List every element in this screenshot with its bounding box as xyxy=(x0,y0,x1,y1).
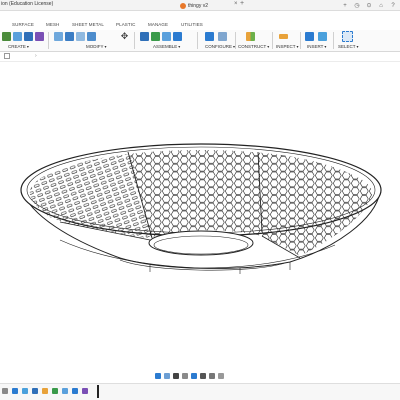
configure-menu[interactable]: CONFIGURE▾ xyxy=(205,44,235,49)
assemble-menu[interactable]: ASSEMBLE▾ xyxy=(153,44,180,49)
configure-table-icon[interactable] xyxy=(205,32,214,41)
center-opening xyxy=(148,230,254,256)
tab-plastic[interactable]: PLASTIC xyxy=(116,22,135,27)
toolbar-divider xyxy=(300,32,301,49)
document-tab-label: thingy v2 xyxy=(188,2,209,9)
display-settings-icon[interactable] xyxy=(200,373,206,379)
zoom-icon[interactable] xyxy=(182,373,188,379)
toolbar-divider xyxy=(134,32,135,49)
construct-menu[interactable]: CONSTRUCT▾ xyxy=(238,44,269,49)
new-tab-icon[interactable]: + xyxy=(240,0,244,7)
timeline-feature-icon[interactable] xyxy=(12,388,18,394)
configure-rule-icon[interactable] xyxy=(218,32,227,41)
timeline-feature-icon[interactable] xyxy=(42,388,48,394)
timeline-start-icon[interactable] xyxy=(2,388,8,394)
shell-icon[interactable] xyxy=(65,32,74,41)
toolbar-divider xyxy=(235,32,236,49)
timeline-feature-icon[interactable] xyxy=(62,388,68,394)
motion-link-icon[interactable] xyxy=(173,32,182,41)
title-bar: ion (Education License) thingy v2 × + + … xyxy=(0,0,400,11)
insert-menu[interactable]: INSERT▾ xyxy=(307,44,326,49)
form-icon[interactable] xyxy=(35,32,44,41)
fillet-icon[interactable] xyxy=(54,32,63,41)
create-menu[interactable]: CREATE▾ xyxy=(8,44,29,49)
close-tab-icon[interactable]: × xyxy=(234,1,238,7)
timeline-bar xyxy=(0,383,400,400)
select-menu[interactable]: SELECT▾ xyxy=(338,44,359,49)
canvas-viewport[interactable] xyxy=(0,62,400,367)
document-tab[interactable]: thingy v2 xyxy=(180,1,208,10)
box-icon[interactable] xyxy=(24,32,33,41)
sketch-icon[interactable] xyxy=(2,32,11,41)
pan-icon[interactable] xyxy=(173,373,179,379)
look-at-icon[interactable] xyxy=(164,373,170,379)
offset-plane-icon[interactable] xyxy=(246,32,255,41)
dish-model xyxy=(20,143,382,274)
combine-icon[interactable] xyxy=(76,32,85,41)
notification-bell-icon[interactable]: ⌂ xyxy=(376,1,386,10)
toolbar-divider xyxy=(333,32,334,49)
inspect-menu[interactable]: INSPECT▾ xyxy=(276,44,299,49)
fit-icon[interactable] xyxy=(191,373,197,379)
insert-image-icon[interactable] xyxy=(318,32,327,41)
timeline-feature-icon[interactable] xyxy=(32,388,38,394)
new-component-icon[interactable] xyxy=(140,32,149,41)
ribbon-toolbar: CREATE▾ ✥ MODIFY▾ ASSEMBLE▾ CONFIGURE▾ C… xyxy=(0,30,400,52)
tab-mesh[interactable]: MESH xyxy=(46,22,59,27)
as-built-joint-icon[interactable] xyxy=(162,32,171,41)
notifications-icon[interactable]: ◷ xyxy=(352,1,362,10)
browser-header: › xyxy=(0,52,400,62)
timeline-feature-icon[interactable] xyxy=(22,388,28,394)
modify-menu[interactable]: MODIFY▾ xyxy=(86,44,107,49)
chevron-right-icon[interactable]: › xyxy=(35,53,37,59)
tab-sheet-metal[interactable]: SHEET METAL xyxy=(72,22,104,27)
select-icon[interactable] xyxy=(342,31,353,42)
help-icon[interactable]: ? xyxy=(388,1,398,10)
add-icon[interactable]: + xyxy=(340,1,350,10)
document-icon xyxy=(180,2,186,9)
viewports-icon[interactable] xyxy=(218,373,224,379)
tab-manage[interactable]: MANAGE xyxy=(148,22,168,27)
grid-settings-icon[interactable] xyxy=(209,373,215,379)
jobs-icon[interactable]: ⊙ xyxy=(364,1,374,10)
tab-surface[interactable]: SURFACE xyxy=(12,22,34,27)
tab-utilities[interactable]: UTILITIES xyxy=(181,22,203,27)
toolbar-divider xyxy=(197,32,198,49)
press-pull-icon[interactable] xyxy=(87,32,96,41)
app-title: ion (Education License) xyxy=(1,1,54,7)
timeline-feature-icon[interactable] xyxy=(72,388,78,394)
measure-icon[interactable] xyxy=(279,34,288,39)
orbit-icon[interactable] xyxy=(155,373,161,379)
move-icon[interactable]: ✥ xyxy=(120,32,129,41)
panel-toggle-icon[interactable] xyxy=(4,53,10,59)
joint-icon[interactable] xyxy=(151,32,160,41)
insert-derive-icon[interactable] xyxy=(305,32,314,41)
toolbar-divider xyxy=(48,32,49,49)
timeline-feature-icon[interactable] xyxy=(52,388,58,394)
extrude-icon[interactable] xyxy=(13,32,22,41)
fusion-window: ion (Education License) thingy v2 × + + … xyxy=(0,0,400,400)
toolbar-divider xyxy=(272,32,273,49)
navigation-bar xyxy=(155,370,224,382)
timeline-feature-icon[interactable] xyxy=(82,388,88,394)
timeline-marker[interactable] xyxy=(97,385,99,398)
